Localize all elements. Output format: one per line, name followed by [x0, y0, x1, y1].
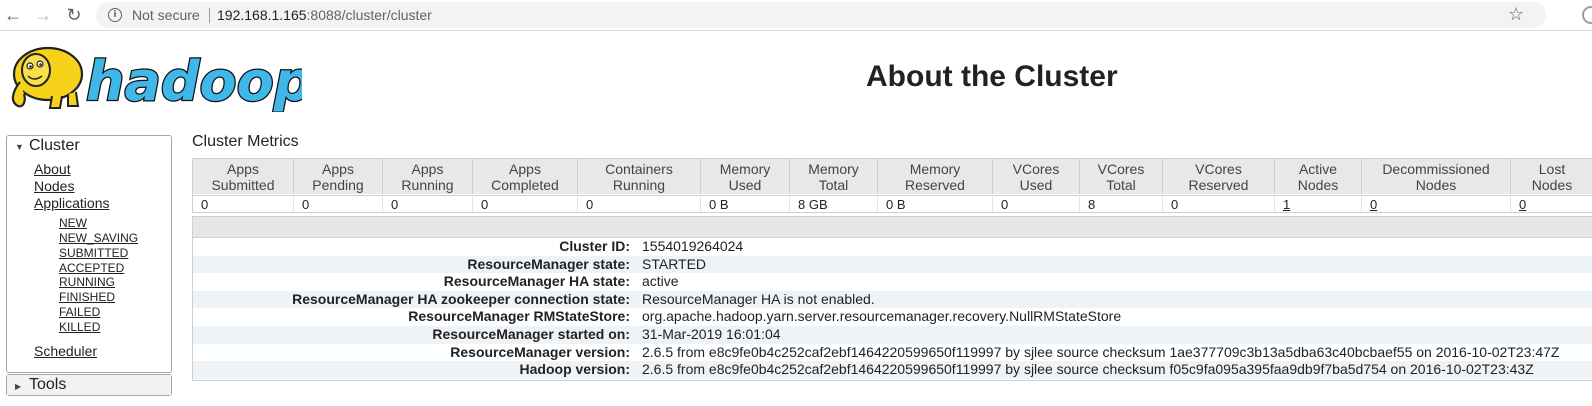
metrics-header-active-nodes[interactable]: Active Nodes	[1275, 159, 1362, 194]
metrics-value-decommissioned-nodes: 0	[1362, 195, 1511, 212]
info-row-zookeeper-state: ResourceManager HA zookeeper connection …	[193, 290, 1592, 309]
cluster-section-header[interactable]: ▼ Cluster	[7, 136, 171, 156]
metrics-header-decommissioned-nodes[interactable]: Decommissioned Nodes	[1362, 159, 1511, 194]
triangle-right-icon: ▶	[15, 382, 22, 391]
logo-wordmark: hadoop	[86, 50, 302, 112]
info-row-cluster-id: Cluster ID: 1554019264024	[193, 238, 1592, 256]
triangle-down-icon: ▼	[15, 142, 24, 152]
back-arrow-icon[interactable]: ←	[2, 4, 24, 26]
metrics-value-vcores-total: 8	[1080, 195, 1163, 212]
metrics-value-memory-reserved: 0 B	[878, 195, 993, 212]
lost-nodes-link[interactable]: 0	[1519, 197, 1526, 212]
cluster-section-label: Cluster	[29, 137, 80, 154]
elephant-icon	[11, 46, 84, 109]
sidebar-app-state-finished[interactable]: FINISHED	[59, 290, 115, 304]
metrics-header-memory-used[interactable]: Memory Used	[701, 159, 790, 194]
url-path: :8088/cluster/cluster	[306, 7, 432, 23]
info-row-rm-state-store: ResourceManager RMStateStore: org.apache…	[193, 308, 1592, 326]
info-value: ResourceManager HA is not enabled.	[642, 290, 875, 307]
metrics-value-containers-running: 0	[578, 195, 701, 212]
info-row-rm-version: ResourceManager version: 2.6.5 from e8c9…	[193, 344, 1592, 362]
info-row-rm-started-on: ResourceManager started on: 31-Mar-2019 …	[193, 326, 1592, 344]
sidebar-app-state-new-saving[interactable]: NEW_SAVING	[59, 231, 138, 245]
omnibox-divider	[209, 8, 210, 23]
metrics-value-apps-submitted: 0	[193, 195, 294, 212]
info-value: 2.6.5 from e8c9fe0b4c252caf2ebf146422059…	[642, 361, 1534, 378]
metrics-value-memory-total: 8 GB	[790, 195, 878, 212]
sidebar-app-state-new[interactable]: NEW	[59, 216, 87, 230]
metrics-value-vcores-used: 0	[993, 195, 1080, 212]
metrics-value-apps-completed: 0	[473, 195, 578, 212]
sidebar-tools-panel[interactable]: ▶ Tools	[6, 374, 172, 396]
reload-icon[interactable]: ↻	[63, 4, 85, 26]
address-bar[interactable]: i Not secure 192.168.1.165:8088/cluster/…	[96, 2, 1546, 28]
profile-icon[interactable]	[1582, 6, 1592, 24]
browser-toolbar: ← → ↻ i Not secure 192.168.1.165:8088/cl…	[0, 0, 1592, 31]
info-icon[interactable]: i	[108, 8, 122, 22]
metrics-value-apps-running: 0	[383, 195, 473, 212]
metrics-value-apps-pending: 0	[294, 195, 383, 212]
url-host: 192.168.1.165	[217, 7, 307, 23]
metrics-value-active-nodes: 1	[1275, 195, 1362, 212]
metrics-header-apps-submitted[interactable]: Apps Submitted	[193, 159, 294, 194]
info-label: Hadoop version:	[519, 361, 630, 378]
forward-arrow-icon[interactable]: →	[32, 4, 54, 26]
security-label: Not secure	[132, 7, 200, 23]
sidebar-link-applications[interactable]: Applications	[34, 195, 110, 211]
cluster-info-header	[193, 217, 1592, 238]
info-value: 1554019264024	[642, 238, 744, 254]
metrics-header-apps-pending[interactable]: Apps Pending	[294, 159, 383, 194]
bookmark-star-icon[interactable]: ☆	[1508, 4, 1524, 25]
sidebar-app-state-running[interactable]: RUNNING	[59, 275, 115, 289]
info-value: 2.6.5 from e8c9fe0b4c252caf2ebf146422059…	[642, 343, 1560, 360]
info-value: STARTED	[642, 255, 707, 272]
tools-section-label: Tools	[29, 376, 67, 393]
info-label: Cluster ID:	[559, 238, 630, 254]
metrics-header-apps-running[interactable]: Apps Running	[383, 159, 473, 194]
metrics-header-vcores-reserved[interactable]: VCores Reserved	[1163, 159, 1275, 194]
sidebar-app-state-submitted[interactable]: SUBMITTED	[59, 246, 128, 260]
metrics-header-memory-total[interactable]: Memory Total	[790, 159, 878, 194]
info-label: ResourceManager started on:	[432, 326, 630, 342]
info-value: active	[642, 273, 679, 290]
sidebar-cluster-panel: ▼ Cluster About Nodes Applications NEW NE…	[6, 135, 172, 373]
sidebar-app-state-accepted[interactable]: ACCEPTED	[59, 261, 124, 275]
metrics-header-apps-completed[interactable]: Apps Completed	[473, 159, 578, 194]
cluster-metrics-title: Cluster Metrics	[192, 133, 299, 150]
metrics-header-vcores-total[interactable]: VCores Total	[1080, 159, 1163, 194]
metrics-header-containers-running[interactable]: Containers Running	[578, 159, 701, 194]
sidebar-app-state-killed[interactable]: KILLED	[59, 320, 100, 334]
metrics-value-memory-used: 0 B	[701, 195, 790, 212]
info-label: ResourceManager state:	[467, 255, 630, 272]
info-label: ResourceManager version:	[450, 343, 630, 360]
sidebar-link-about[interactable]: About	[34, 161, 71, 177]
url-text: 192.168.1.165:8088/cluster/cluster	[217, 7, 432, 23]
decommissioned-nodes-link[interactable]: 0	[1370, 197, 1377, 212]
metrics-header-vcores-used[interactable]: VCores Used	[993, 159, 1080, 194]
active-nodes-link[interactable]: 1	[1283, 197, 1290, 212]
info-row-rm-ha-state: ResourceManager HA state: active	[193, 273, 1592, 291]
sidebar-app-state-failed[interactable]: FAILED	[59, 305, 100, 319]
info-label: ResourceManager HA zookeeper connection …	[292, 290, 630, 307]
info-value: org.apache.hadoop.yarn.server.resourcema…	[642, 308, 1122, 325]
cluster-metrics-table: Apps Submitted Apps Pending Apps Running…	[192, 158, 1592, 213]
sidebar-link-nodes[interactable]: Nodes	[34, 178, 74, 194]
info-row-rm-state: ResourceManager state: STARTED	[193, 255, 1592, 274]
hadoop-logo[interactable]: hadoop	[6, 40, 302, 112]
tools-section-header[interactable]: ▶ Tools	[7, 375, 171, 395]
metrics-value-vcores-reserved: 0	[1163, 195, 1275, 212]
metrics-value-lost-nodes: 0	[1511, 195, 1592, 212]
metrics-header-memory-reserved[interactable]: Memory Reserved	[878, 159, 993, 194]
info-value: 31-Mar-2019 16:01:04	[642, 326, 781, 342]
sidebar-link-scheduler[interactable]: Scheduler	[34, 343, 97, 359]
info-label: ResourceManager HA state:	[443, 273, 630, 290]
info-row-hadoop-version: Hadoop version: 2.6.5 from e8c9fe0b4c252…	[193, 361, 1592, 379]
cluster-info-table: Cluster ID: 1554019264024 ResourceManage…	[192, 216, 1592, 381]
info-label: ResourceManager RMStateStore:	[408, 308, 630, 325]
page-title: About the Cluster	[866, 60, 1118, 93]
metrics-header-lost-nodes[interactable]: Lost Nodes	[1511, 159, 1592, 194]
